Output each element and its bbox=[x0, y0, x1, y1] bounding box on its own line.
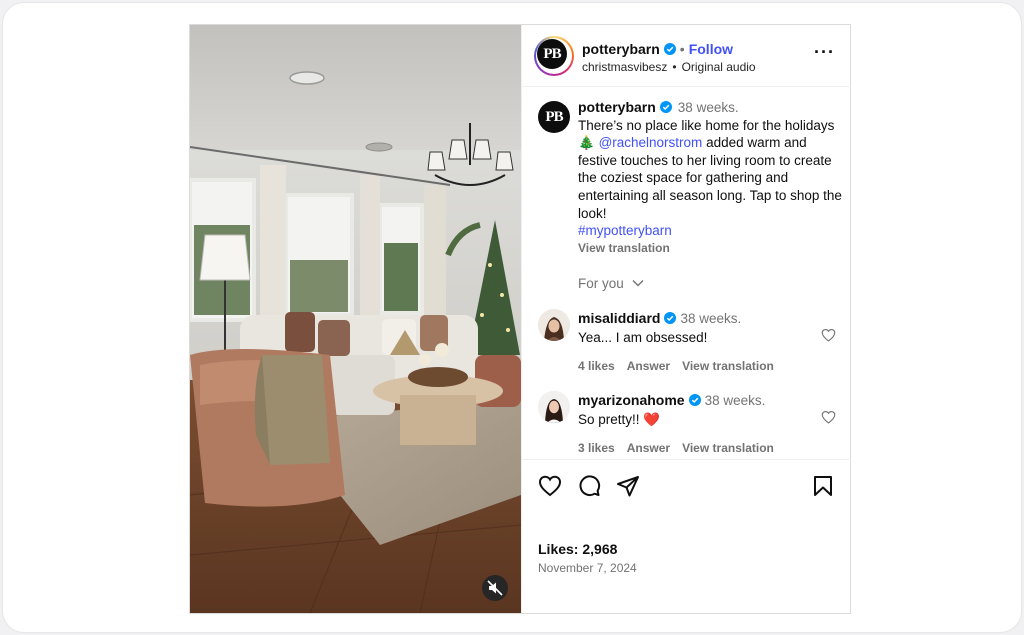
header-author-line: potterybarn • Follow bbox=[582, 41, 734, 57]
commenter-avatar[interactable] bbox=[538, 309, 570, 341]
living-room-photo bbox=[190, 25, 521, 613]
more-options-button[interactable]: ··· bbox=[814, 43, 835, 61]
heart-icon[interactable] bbox=[821, 328, 836, 342]
speaker-muted-icon bbox=[487, 580, 503, 596]
comment-username[interactable]: misaliddiard bbox=[578, 310, 660, 326]
audio-user[interactable]: christmasvibesz bbox=[582, 60, 667, 74]
audio-label[interactable]: Original audio bbox=[682, 60, 756, 74]
comment-time: 38 weeks. bbox=[680, 311, 742, 326]
caption-time: 38 weeks. bbox=[677, 100, 739, 115]
verified-badge-icon bbox=[663, 43, 676, 55]
caption-text: potterybarn 38 weeks. There’s no place li… bbox=[578, 99, 842, 240]
comment-view-translation[interactable]: View translation bbox=[682, 441, 774, 455]
caption-mention[interactable]: @rachelnorstrom bbox=[599, 135, 703, 150]
commenter-photo bbox=[538, 309, 570, 341]
comment-body: myarizonahome 38 weeks. So pretty!! ❤️ 3 … bbox=[578, 391, 818, 455]
author-username[interactable]: potterybarn bbox=[582, 41, 660, 57]
caption-view-translation[interactable]: View translation bbox=[578, 241, 670, 255]
verified-badge-icon bbox=[688, 394, 701, 406]
verified-badge-icon bbox=[659, 101, 672, 113]
verified-badge-icon bbox=[664, 312, 677, 324]
potterybarn-logo: PB bbox=[537, 39, 567, 69]
comment-reply-button[interactable]: Answer bbox=[627, 359, 670, 373]
commenter-photo bbox=[538, 391, 570, 423]
comment-time: 38 weeks. bbox=[704, 393, 766, 408]
caption-author[interactable]: potterybarn bbox=[578, 99, 656, 115]
comment-item: misaliddiard 38 weeks. Yea... I am obsess… bbox=[538, 309, 842, 379]
comment-likes[interactable]: 3 likes bbox=[578, 441, 615, 455]
follow-button[interactable]: Follow bbox=[689, 41, 733, 57]
post-header: PB potterybarn • Follow christmasvibesz • Or… bbox=[522, 25, 851, 87]
bookmark-icon[interactable] bbox=[811, 474, 835, 498]
for-you-label: For you bbox=[578, 276, 624, 291]
comment-icon[interactable] bbox=[577, 474, 601, 498]
comment-username[interactable]: myarizonahome bbox=[578, 392, 685, 408]
chevron-down-icon bbox=[632, 280, 644, 287]
author-avatar[interactable]: PB bbox=[534, 36, 574, 76]
commenter-avatar[interactable] bbox=[538, 391, 570, 423]
comment-text: Yea... I am obsessed! bbox=[578, 330, 708, 345]
likes-count[interactable]: Likes: 2,968 bbox=[538, 541, 617, 557]
caption-hashtag[interactable]: #mypotterybarn bbox=[578, 223, 672, 238]
heart-icon[interactable] bbox=[821, 410, 836, 424]
audio-line: christmasvibesz • Original audio bbox=[582, 60, 756, 74]
comment-item: myarizonahome 38 weeks. So pretty!! ❤️ 3 … bbox=[538, 391, 842, 461]
post-photo[interactable] bbox=[190, 25, 521, 613]
for-you-filter[interactable]: For you bbox=[578, 276, 644, 291]
mute-button[interactable] bbox=[482, 575, 508, 601]
post-actions-bar: Likes: 2,968 November 7, 2024 bbox=[522, 459, 851, 613]
comment-body: misaliddiard 38 weeks. Yea... I am obsess… bbox=[578, 309, 818, 373]
instagram-post: PB potterybarn • Follow christmasvibesz • Or… bbox=[189, 24, 851, 614]
comment-likes[interactable]: 4 likes bbox=[578, 359, 615, 373]
more-horizontal-icon: ··· bbox=[814, 42, 835, 62]
comment-text: So pretty!! ❤️ bbox=[578, 412, 661, 427]
post-date: November 7, 2024 bbox=[538, 561, 637, 575]
comment-reply-button[interactable]: Answer bbox=[627, 441, 670, 455]
comment-view-translation[interactable]: View translation bbox=[682, 359, 774, 373]
heart-icon[interactable] bbox=[538, 474, 562, 498]
caption-author-avatar[interactable]: PB bbox=[538, 101, 570, 133]
share-icon[interactable] bbox=[616, 474, 640, 498]
post-details-panel: PB potterybarn • Follow christmasvibesz • Or… bbox=[521, 25, 851, 613]
